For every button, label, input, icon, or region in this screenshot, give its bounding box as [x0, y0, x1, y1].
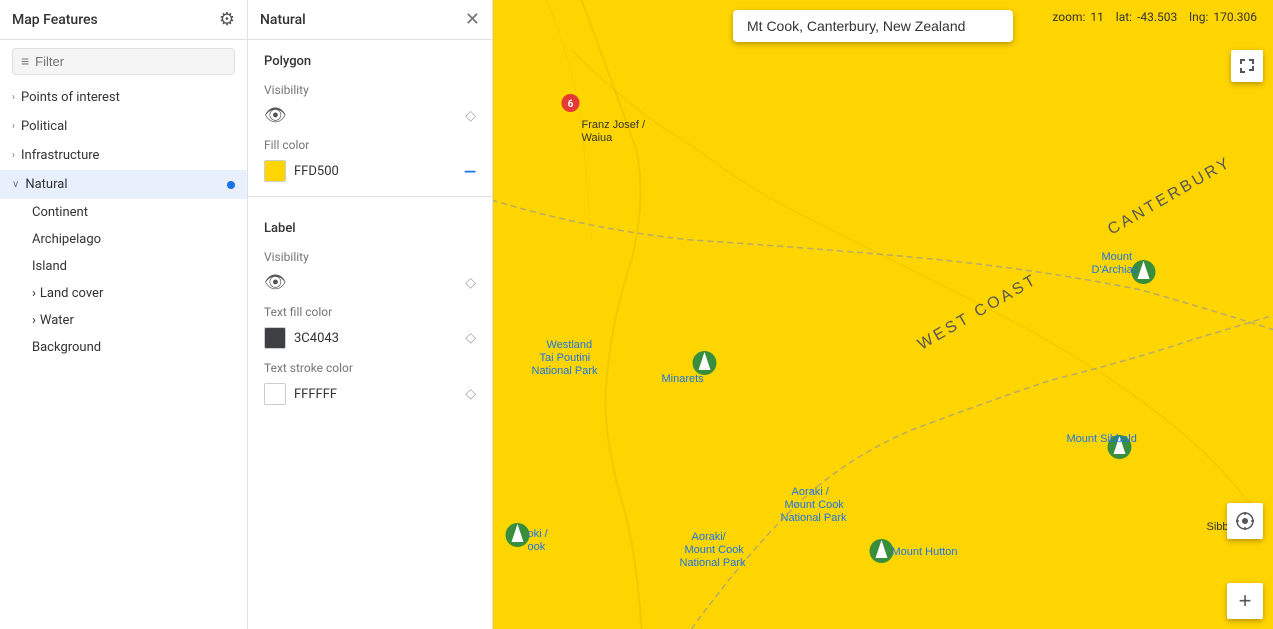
chevron-right-icon: › [32, 313, 36, 328]
label-text-fill-swatch[interactable] [264, 327, 286, 349]
svg-text:Aoraki/: Aoraki/ [692, 531, 727, 543]
svg-text:ook: ook [528, 541, 546, 553]
svg-text:National Park: National Park [680, 557, 747, 569]
active-dot [227, 181, 235, 189]
middle-panel-title: Natural [260, 12, 306, 28]
middle-panel-header: Natural ✕ [248, 0, 492, 40]
sub-item-label: Archipelago [32, 232, 101, 247]
sub-item-label: Water [40, 313, 74, 328]
label-text-stroke-value: FFFFFF [294, 387, 337, 402]
polygon-visibility-label: Visibility [248, 75, 492, 101]
map-svg: 6 Franz Josef / Waiua WEST COAST CANTERB… [493, 0, 1273, 629]
polygon-visibility-eye-icon[interactable]: 👁 [264, 105, 287, 126]
sidebar-item-label: Points of interest [21, 90, 120, 105]
label-visibility-label: Visibility [248, 242, 492, 268]
middle-panel: Natural ✕ Polygon Visibility 👁 ◇ Fill co… [248, 0, 493, 629]
fullscreen-icon [1239, 58, 1255, 74]
label-text-fill-diamond-icon[interactable]: ◇ [465, 330, 476, 346]
svg-text:oki /: oki / [528, 528, 549, 540]
sub-item-label: Continent [32, 205, 88, 220]
fullscreen-button[interactable] [1231, 50, 1263, 82]
sidebar-sub-item-land-cover[interactable]: › Land cover [0, 280, 247, 307]
sidebar-title: Map Features [12, 12, 98, 28]
zoom-in-button[interactable]: + [1227, 583, 1263, 619]
svg-text:Aoraki /: Aoraki / [792, 486, 830, 498]
svg-text:National Park: National Park [532, 365, 599, 377]
chevron-right-icon: › [12, 150, 15, 161]
svg-text:Minarets: Minarets [662, 373, 705, 385]
section-divider [248, 196, 492, 197]
label-text-stroke-row: FFFFFF ◇ [248, 379, 492, 409]
label-section-title: Label [248, 207, 492, 242]
svg-text:Tai Poutini: Tai Poutini [540, 352, 591, 364]
svg-text:Franz Josef /: Franz Josef / [582, 119, 647, 131]
text-stroke-left: FFFFFF [264, 383, 337, 405]
location-button[interactable] [1227, 503, 1263, 539]
location-icon [1235, 511, 1255, 531]
sub-item-label: Background [32, 340, 101, 355]
text-fill-left: 3C4043 [264, 327, 339, 349]
svg-text:Mount: Mount [1102, 251, 1133, 263]
svg-text:Mount Sibbald: Mount Sibbald [1067, 433, 1137, 445]
svg-text:Mount Hutton: Mount Hutton [892, 546, 958, 558]
polygon-fill-color-value: FFD500 [294, 164, 339, 179]
sidebar-sub-item-archipelago[interactable]: Archipelago [0, 226, 247, 253]
filter-bar[interactable]: ≡ [12, 48, 235, 75]
settings-icon[interactable]: ⚙ [219, 9, 235, 30]
svg-text:Mount Cook: Mount Cook [785, 499, 845, 511]
sub-item-label: Island [32, 259, 67, 274]
svg-text:Waiua: Waiua [582, 132, 614, 144]
map-area[interactable]: zoom: 11 lat: -43.503 lng: 170.306 6 Fra… [493, 0, 1273, 629]
label-text-stroke-diamond-icon[interactable]: ◇ [465, 386, 476, 402]
sidebar-item-political[interactable]: › Political [0, 112, 247, 141]
label-visibility-eye-icon[interactable]: 👁 [264, 272, 287, 293]
chevron-down-icon: ∨ [12, 179, 19, 190]
left-sidebar: Map Features ⚙ ≡ › Points of interest › … [0, 0, 248, 629]
map-search-input[interactable] [733, 10, 1013, 42]
svg-text:National Park: National Park [781, 512, 848, 524]
sidebar-item-points-of-interest[interactable]: › Points of interest [0, 83, 247, 112]
chevron-right-icon: › [12, 92, 15, 103]
chevron-right-icon: › [12, 121, 15, 132]
sidebar-item-label: Political [21, 119, 67, 134]
svg-text:D'Archiac: D'Archiac [1092, 264, 1139, 276]
filter-icon: ≡ [21, 53, 29, 70]
sidebar-item-natural[interactable]: ∨ Natural [0, 170, 247, 199]
label-visibility-row: 👁 ◇ [248, 268, 492, 297]
polygon-fill-color-row: FFD500 — [248, 156, 492, 186]
label-text-stroke-swatch[interactable] [264, 383, 286, 405]
label-text-fill-row: 3C4043 ◇ [248, 323, 492, 353]
sidebar-item-infrastructure[interactable]: › Infrastructure [0, 141, 247, 170]
polygon-section-title: Polygon [248, 40, 492, 75]
svg-text:Westland: Westland [547, 339, 593, 351]
polygon-visibility-row: 👁 ◇ [248, 101, 492, 130]
label-text-fill-label: Text fill color [248, 297, 492, 323]
sidebar-header: Map Features ⚙ [0, 0, 247, 40]
chevron-right-icon: › [32, 286, 36, 301]
polygon-fill-color-label: Fill color [248, 130, 492, 156]
polygon-fill-color-minus-icon[interactable]: — [464, 162, 476, 181]
sidebar-item-label: Infrastructure [21, 148, 99, 163]
label-text-fill-value: 3C4043 [294, 331, 339, 346]
label-visibility-diamond-icon[interactable]: ◇ [465, 275, 476, 291]
plus-icon: + [1239, 588, 1252, 614]
fill-color-left: FFD500 [264, 160, 339, 182]
sub-item-label: Land cover [40, 286, 103, 301]
svg-text:Mount Cook: Mount Cook [685, 544, 745, 556]
svg-text:6: 6 [568, 99, 574, 110]
sidebar-sub-item-island[interactable]: Island [0, 253, 247, 280]
sidebar-item-label: Natural [25, 177, 67, 192]
sidebar-sub-item-background[interactable]: Background [0, 334, 247, 361]
filter-input[interactable] [35, 54, 226, 69]
label-text-stroke-label: Text stroke color [248, 353, 492, 379]
close-button[interactable]: ✕ [465, 11, 480, 29]
polygon-visibility-diamond-icon[interactable]: ◇ [465, 108, 476, 124]
sidebar-sub-item-water[interactable]: › Water [0, 307, 247, 334]
polygon-fill-color-swatch[interactable] [264, 160, 286, 182]
sidebar-sub-item-continent[interactable]: Continent [0, 199, 247, 226]
map-search-container [733, 10, 1033, 42]
